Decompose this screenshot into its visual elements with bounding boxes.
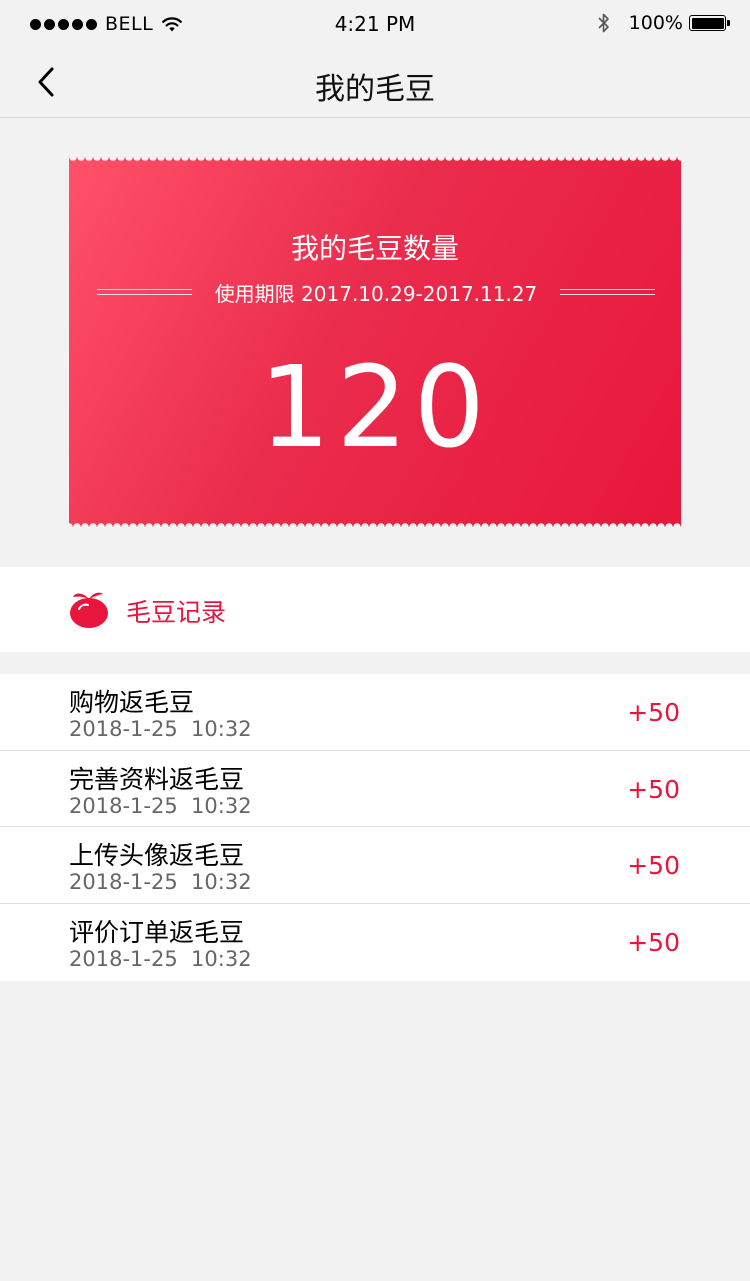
list-item[interactable]: 购物返毛豆 2018-1-25 10:32 +50 bbox=[0, 674, 750, 751]
records-title: 毛豆记录 bbox=[126, 598, 227, 627]
item-title: 评价订单返毛豆 bbox=[69, 917, 245, 947]
item-title: 购物返毛豆 bbox=[69, 688, 195, 717]
item-time: 2018-1-25 10:32 bbox=[69, 946, 252, 971]
item-points: +50 bbox=[627, 698, 680, 727]
card-period: 使用期限 2017.10.29-2017.11.27 bbox=[214, 281, 538, 306]
divider-right bbox=[559, 289, 655, 295]
records-list: 购物返毛豆 2018-1-25 10:32 +50 完善资料返毛豆 2018-1… bbox=[0, 674, 750, 981]
bluetooth-icon bbox=[598, 13, 609, 33]
item-time: 2018-1-25 10:32 bbox=[69, 793, 252, 818]
item-time: 2018-1-25 10:32 bbox=[69, 717, 252, 741]
battery-percent: 100% bbox=[628, 12, 683, 34]
card-title: 我的毛豆数量 bbox=[290, 232, 459, 265]
item-title: 上传头像返毛豆 bbox=[69, 841, 245, 870]
nav-bar: 我的毛豆 bbox=[0, 50, 750, 118]
battery-icon bbox=[689, 15, 730, 31]
list-item[interactable]: 上传头像返毛豆 2018-1-25 10:32 +50 bbox=[0, 827, 750, 904]
list-item[interactable]: 完善资料返毛豆 2018-1-25 10:32 +50 bbox=[0, 751, 750, 827]
status-right: 100% bbox=[597, 12, 730, 34]
beans-amount: 120 bbox=[259, 343, 491, 473]
item-points: +50 bbox=[627, 774, 680, 804]
divider-left bbox=[97, 289, 192, 295]
page-title: 我的毛豆 bbox=[315, 72, 435, 107]
item-points: +50 bbox=[627, 851, 680, 880]
item-points: +50 bbox=[627, 927, 680, 957]
card-period-row: 使用期限 2017.10.29-2017.11.27 bbox=[97, 277, 655, 307]
item-title: 完善资料返毛豆 bbox=[69, 764, 245, 794]
bean-icon bbox=[70, 592, 108, 628]
beans-card: 我的毛豆数量 使用期限 2017.10.29-2017.11.27 120 bbox=[69, 157, 681, 527]
status-bar: BELL 4:21 PM 100% bbox=[0, 0, 750, 50]
list-item[interactable]: 评价订单返毛豆 2018-1-25 10:32 +50 bbox=[0, 904, 750, 981]
page: BELL 4:21 PM 100% 我的毛豆 我的毛豆数量 使用期限 2017.… bbox=[0, 0, 750, 1281]
item-time: 2018-1-25 10:32 bbox=[69, 870, 252, 894]
records-header: 毛豆记录 bbox=[0, 567, 750, 652]
